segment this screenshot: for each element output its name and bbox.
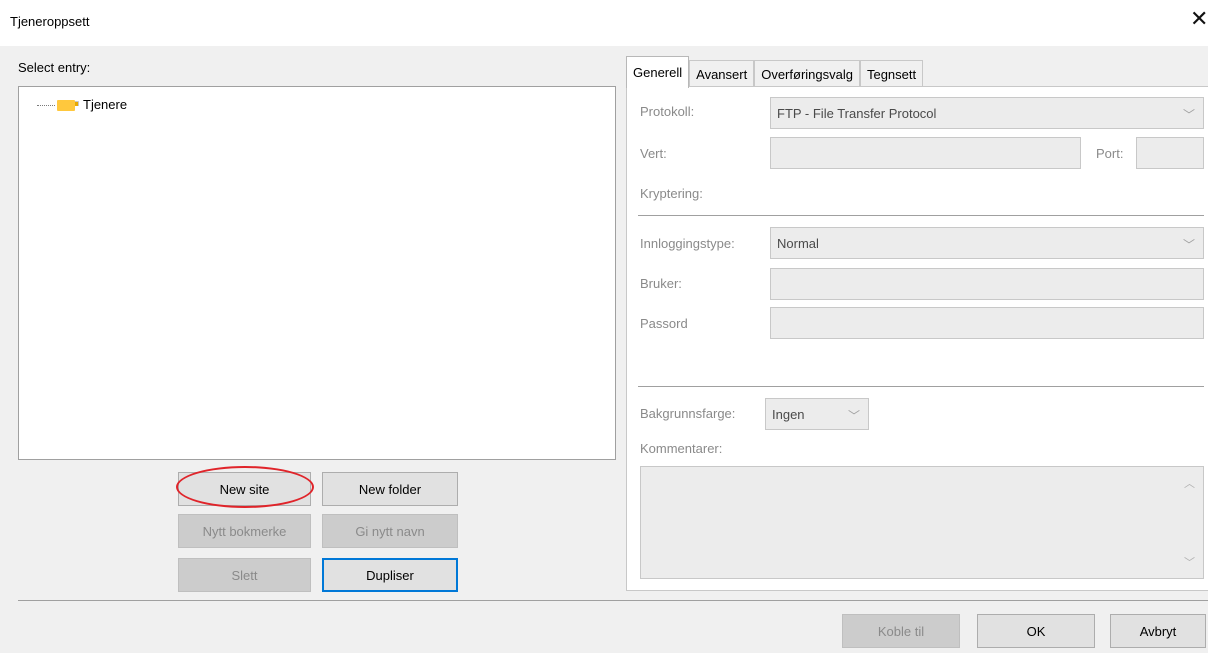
- cancel-button[interactable]: Avbryt: [1110, 614, 1206, 648]
- user-label: Bruker:: [640, 276, 682, 291]
- select-entry-label: Select entry:: [18, 60, 91, 75]
- chevron-down-icon: ﹀: [847, 409, 860, 423]
- comments-label: Kommentarer:: [640, 441, 723, 456]
- footer-separator: [18, 600, 1208, 601]
- bgcolor-value: Ingen: [772, 406, 805, 422]
- port-input[interactable]: [1136, 137, 1204, 169]
- chevron-down-icon: ﹀: [1182, 238, 1195, 252]
- protocol-label: Protokoll:: [640, 104, 695, 119]
- tree-item-label: Tjenere: [83, 96, 128, 112]
- ok-button[interactable]: OK: [977, 614, 1095, 648]
- delete-button[interactable]: Slett: [178, 558, 311, 592]
- bgcolor-select[interactable]: Ingen ﹀: [765, 398, 869, 430]
- scroll-up-icon[interactable]: ︿: [1184, 475, 1195, 491]
- protocol-select[interactable]: FTP - File Transfer Protocol ﹀: [770, 97, 1204, 129]
- rename-button[interactable]: Gi nytt navn: [322, 514, 458, 548]
- tab-avansert[interactable]: Avansert: [689, 60, 755, 87]
- duplicate-button[interactable]: Dupliser: [322, 558, 458, 592]
- title-bar: Tjeneroppsett ✕: [0, 0, 1208, 46]
- highlight-circle: [176, 466, 314, 508]
- tree-item-tjenere[interactable]: Tjenere: [37, 95, 129, 113]
- password-label: Passord: [640, 316, 688, 331]
- logon-type-value: Normal: [777, 235, 819, 251]
- bgcolor-label: Bakgrunnsfarge:: [640, 406, 736, 421]
- tab-overforingsvalg[interactable]: Overføringsvalg: [754, 60, 860, 87]
- tab-generell[interactable]: Generell: [626, 56, 690, 88]
- folder-icon: [57, 97, 79, 111]
- scroll-down-icon[interactable]: ﹀: [1184, 554, 1195, 570]
- tab-tegnsett[interactable]: Tegnsett: [859, 60, 924, 87]
- chevron-down-icon: ﹀: [1182, 108, 1195, 122]
- tab-bar: Generell Avansert Overføringsvalg Tegnse…: [626, 56, 924, 88]
- logon-type-label: Innloggingstype:: [640, 236, 735, 251]
- window-title: Tjeneroppsett: [10, 14, 90, 29]
- new-bookmark-button[interactable]: Nytt bokmerke: [178, 514, 311, 548]
- password-input[interactable]: [770, 307, 1204, 339]
- separator: [638, 215, 1204, 216]
- site-tree[interactable]: Tjenere: [18, 86, 616, 460]
- tree-connector: [37, 104, 55, 106]
- protocol-value: FTP - File Transfer Protocol: [777, 105, 937, 121]
- encryption-label: Kryptering:: [640, 186, 703, 201]
- comments-textarea[interactable]: ︿ ﹀: [640, 466, 1204, 579]
- logon-type-select[interactable]: Normal ﹀: [770, 227, 1204, 259]
- host-label: Vert:: [640, 146, 667, 161]
- host-input[interactable]: [770, 137, 1081, 169]
- connect-button[interactable]: Koble til: [842, 614, 960, 648]
- close-icon[interactable]: ✕: [1190, 8, 1208, 30]
- new-folder-button[interactable]: New folder: [322, 472, 458, 506]
- user-input[interactable]: [770, 268, 1204, 300]
- separator: [638, 386, 1204, 387]
- port-label: Port:: [1096, 146, 1124, 161]
